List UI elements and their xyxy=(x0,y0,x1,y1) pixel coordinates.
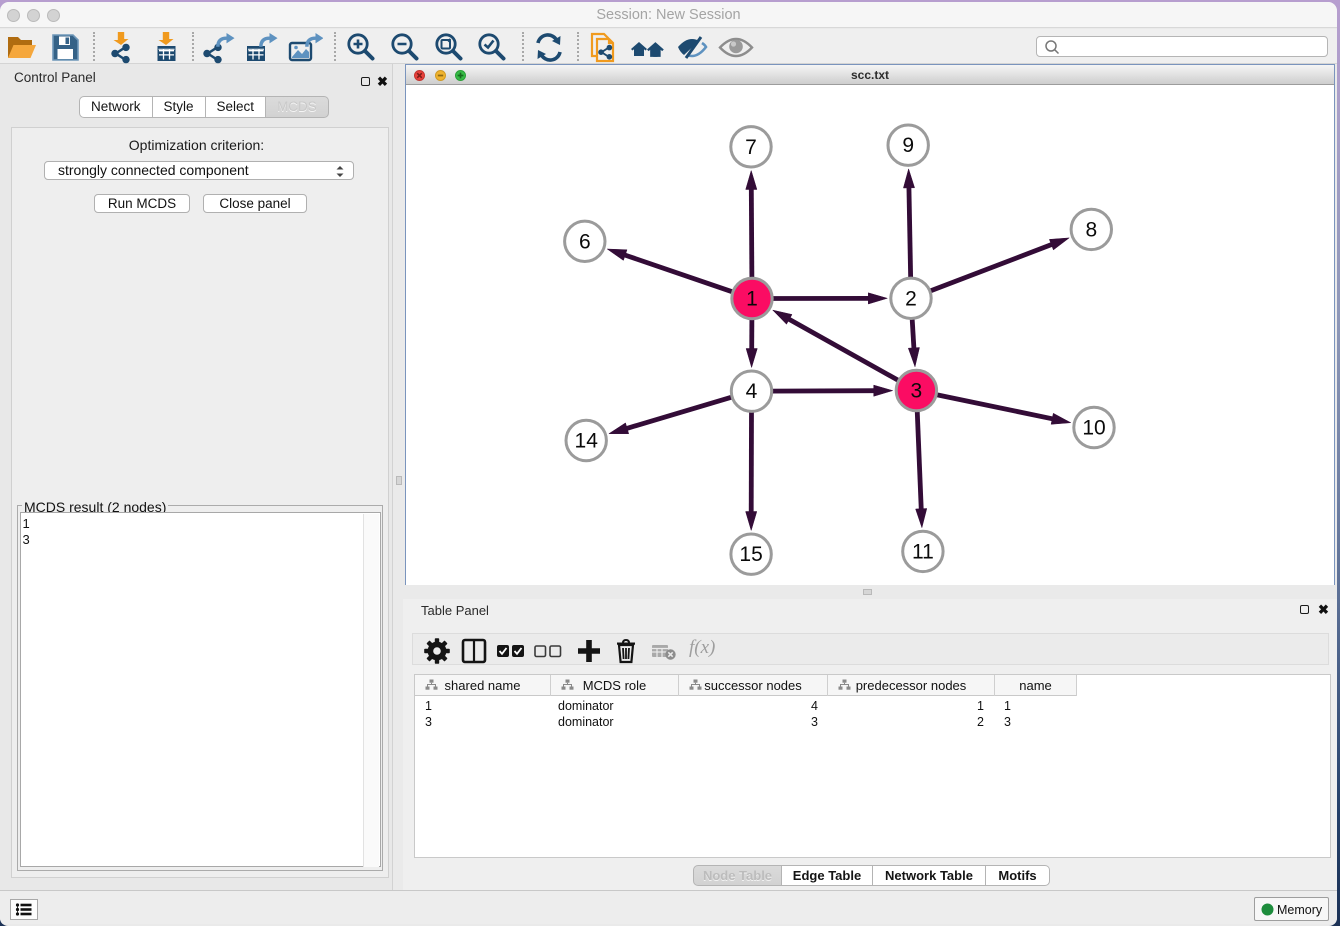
svg-text:8: 8 xyxy=(1085,218,1097,241)
svg-text:14: 14 xyxy=(575,430,599,453)
svg-text:15: 15 xyxy=(739,543,762,566)
svg-text:6: 6 xyxy=(579,230,591,253)
svg-text:4: 4 xyxy=(746,380,758,403)
svg-text:7: 7 xyxy=(745,136,757,159)
svg-text:10: 10 xyxy=(1082,417,1105,440)
svg-text:1: 1 xyxy=(746,288,758,311)
svg-text:9: 9 xyxy=(902,134,914,157)
svg-text:11: 11 xyxy=(912,540,934,563)
svg-text:3: 3 xyxy=(911,380,923,403)
svg-text:2: 2 xyxy=(905,287,917,310)
